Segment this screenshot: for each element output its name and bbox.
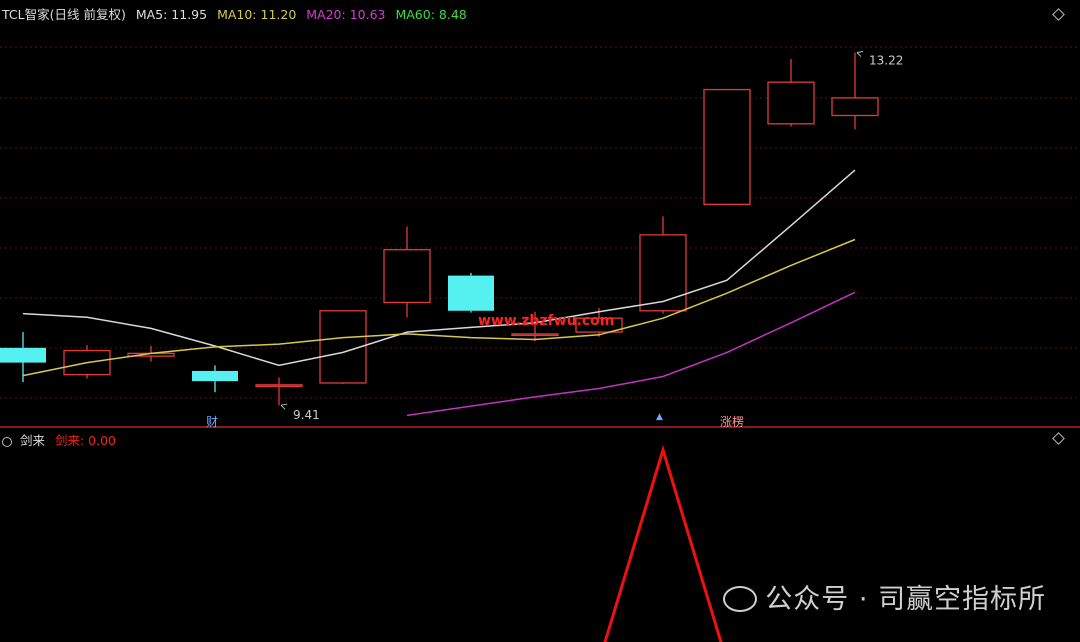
candle-body: [703, 88, 751, 205]
indicator-name[interactable]: 剑来: [20, 433, 45, 448]
ma20-label: MA20: 10.63: [306, 7, 386, 22]
indicator-value: 剑来: 0.00: [54, 433, 117, 448]
candle-body: [511, 333, 559, 337]
candle-body: [767, 81, 815, 125]
ma60-label: MA60: 8.48: [395, 7, 467, 22]
chart-header: TCL智家(日线 前复权) MA5: 11.95 MA10: 11.20 MA2…: [2, 4, 473, 23]
low-price-label: 9.41: [293, 408, 320, 422]
indicator-header: 剑来 剑来: 0.00: [2, 430, 122, 449]
event-cai-marker[interactable]: 财: [206, 413, 218, 430]
stock-title[interactable]: TCL智家(日线 前复权): [2, 7, 126, 22]
high-price-label: 13.22: [869, 54, 903, 68]
watermark-text: 公众号 · 司赢空指标所: [765, 584, 1046, 615]
candle-body: [192, 370, 238, 382]
event-triangle-icon[interactable]: ▲: [656, 412, 663, 422]
candle-body: [383, 249, 431, 304]
account-watermark: 公众号 · 司赢空指标所: [723, 577, 1046, 616]
site-watermark: www.zbzfwu.com: [478, 313, 615, 329]
ma5-label: MA5: 11.95: [135, 7, 208, 22]
candle-body: [0, 347, 46, 363]
candle-body: [448, 275, 494, 311]
ma10-label: MA10: 11.20: [217, 7, 297, 22]
event-zhangting-marker[interactable]: 涨楞: [720, 413, 744, 430]
candle-body: [255, 384, 303, 387]
wechat-icon: [723, 585, 758, 612]
high-pointer: [856, 51, 864, 57]
indicator-toggle-icon[interactable]: [2, 436, 12, 447]
low-pointer: [280, 403, 288, 410]
candle-body: [639, 234, 687, 312]
candle-body: [831, 97, 879, 117]
